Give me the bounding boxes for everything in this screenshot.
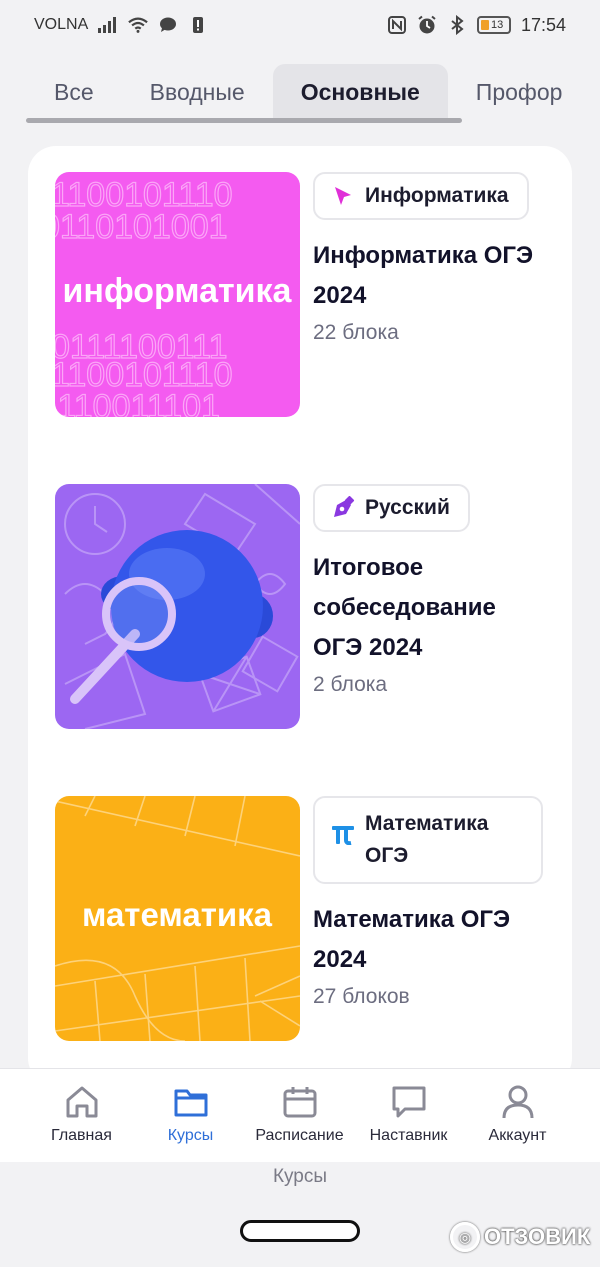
course-info: Русский Итоговое собеседование ОГЭ 2024 … (313, 484, 549, 702)
svg-text:0110101001: 0110101001 (55, 208, 228, 246)
subject-label: Русский (365, 496, 450, 519)
tab-main[interactable]: Основные (272, 64, 448, 120)
subject-tag: Русский (313, 484, 470, 532)
nav-label: Курсы (167, 1127, 214, 1144)
course-list: 1100101110 0110101001 1100101110 1110011… (28, 146, 572, 1086)
nav-home[interactable]: Главная (27, 1069, 136, 1162)
course-block-count: 2 блока (313, 673, 388, 696)
message-icon (158, 15, 178, 35)
subject-label: Информатика (365, 184, 509, 207)
course-card-russian[interactable]: Русский Итоговое собеседование ОГЭ 2024 … (55, 484, 555, 734)
battery-icon: 13 (476, 16, 511, 34)
calendar-icon (281, 1083, 319, 1121)
pi-icon (331, 822, 355, 846)
home-icon (63, 1083, 101, 1121)
thumbnail-text: математика (82, 896, 273, 933)
screen-caption: Курсы (272, 1166, 328, 1187)
nav-label: Расписание (255, 1127, 344, 1144)
course-title: Математика ОГЭ 2024 (313, 906, 511, 973)
notification-alert-icon (188, 15, 208, 35)
signal-icon (98, 15, 118, 35)
tab-intro[interactable]: Вводные (122, 64, 273, 120)
wifi-icon (128, 15, 149, 35)
tab-all[interactable]: Все (26, 64, 122, 120)
home-gesture-bar[interactable] (240, 1220, 360, 1242)
watermark-text: ОТЗОВИК (484, 1224, 591, 1249)
course-title: Итоговое собеседование ОГЭ 2024 (313, 554, 496, 661)
tab-label: Профор (475, 78, 563, 105)
subject-tag: Математика ОГЭ (313, 796, 543, 884)
nav-schedule[interactable]: Расписание (245, 1069, 354, 1162)
pen-nib-icon (331, 496, 355, 520)
subject-tag: Информатика (313, 172, 529, 220)
nav-courses[interactable]: Курсы (136, 1069, 245, 1162)
nfc-icon (387, 15, 407, 35)
thumbnail-text: информатика (63, 272, 293, 310)
category-tabs: Все Вводные Основные Профор (26, 64, 600, 124)
nav-account[interactable]: Аккаунт (463, 1069, 572, 1162)
cursor-arrow-icon (331, 184, 355, 208)
nav-label: Главная (51, 1127, 112, 1144)
course-info: Математика ОГЭ Математика ОГЭ 2024 27 бл… (313, 796, 549, 1014)
user-icon (499, 1083, 537, 1121)
folder-icon (172, 1083, 210, 1121)
alarm-icon (417, 15, 437, 35)
chat-icon (390, 1083, 428, 1121)
svg-text:1110011101: 1110011101 (55, 388, 220, 417)
course-block-count: 27 блоков (313, 985, 410, 1008)
tab-label: Все (54, 78, 94, 105)
tab-label: Основные (300, 78, 420, 105)
course-thumbnail (55, 484, 300, 729)
bluetooth-icon (447, 15, 467, 35)
course-card-informatics[interactable]: 1100101110 0110101001 1100101110 1110011… (55, 172, 555, 422)
status-bar: VOLNA 13 17:54 (0, 0, 600, 50)
svg-text:0111100111: 0111100111 (55, 328, 227, 366)
watermark-logo-icon: ◎ (450, 1222, 480, 1252)
tab-profor[interactable]: Профор (448, 64, 591, 120)
course-thumbnail: математика (55, 796, 300, 1041)
carrier-label: VOLNA (34, 16, 89, 33)
watermark: ◎ ОТЗОВИК (450, 1222, 590, 1252)
course-block-count: 22 блока (313, 321, 399, 344)
clock-time: 17:54 (520, 14, 566, 35)
course-thumbnail: 1100101110 0110101001 1100101110 1110011… (55, 172, 300, 417)
tabs-scroll-indicator (26, 118, 462, 123)
course-card-math[interactable]: математика Математика ОГЭ Математика ОГЭ… (55, 796, 555, 1046)
nav-mentor[interactable]: Наставник (354, 1069, 463, 1162)
course-title: Информатика ОГЭ 2024 (313, 242, 534, 309)
nav-label: Аккаунт (488, 1127, 547, 1144)
battery-level: 13 (490, 19, 504, 31)
subject-label: Математика ОГЭ (365, 812, 489, 867)
bottom-navigation: Главная Курсы Расписание Наставник Аккау… (0, 1068, 600, 1162)
course-info: Информатика Информатика ОГЭ 2024 22 блок… (313, 172, 549, 350)
nav-label: Наставник (369, 1127, 448, 1144)
tab-label: Вводные (149, 78, 245, 105)
